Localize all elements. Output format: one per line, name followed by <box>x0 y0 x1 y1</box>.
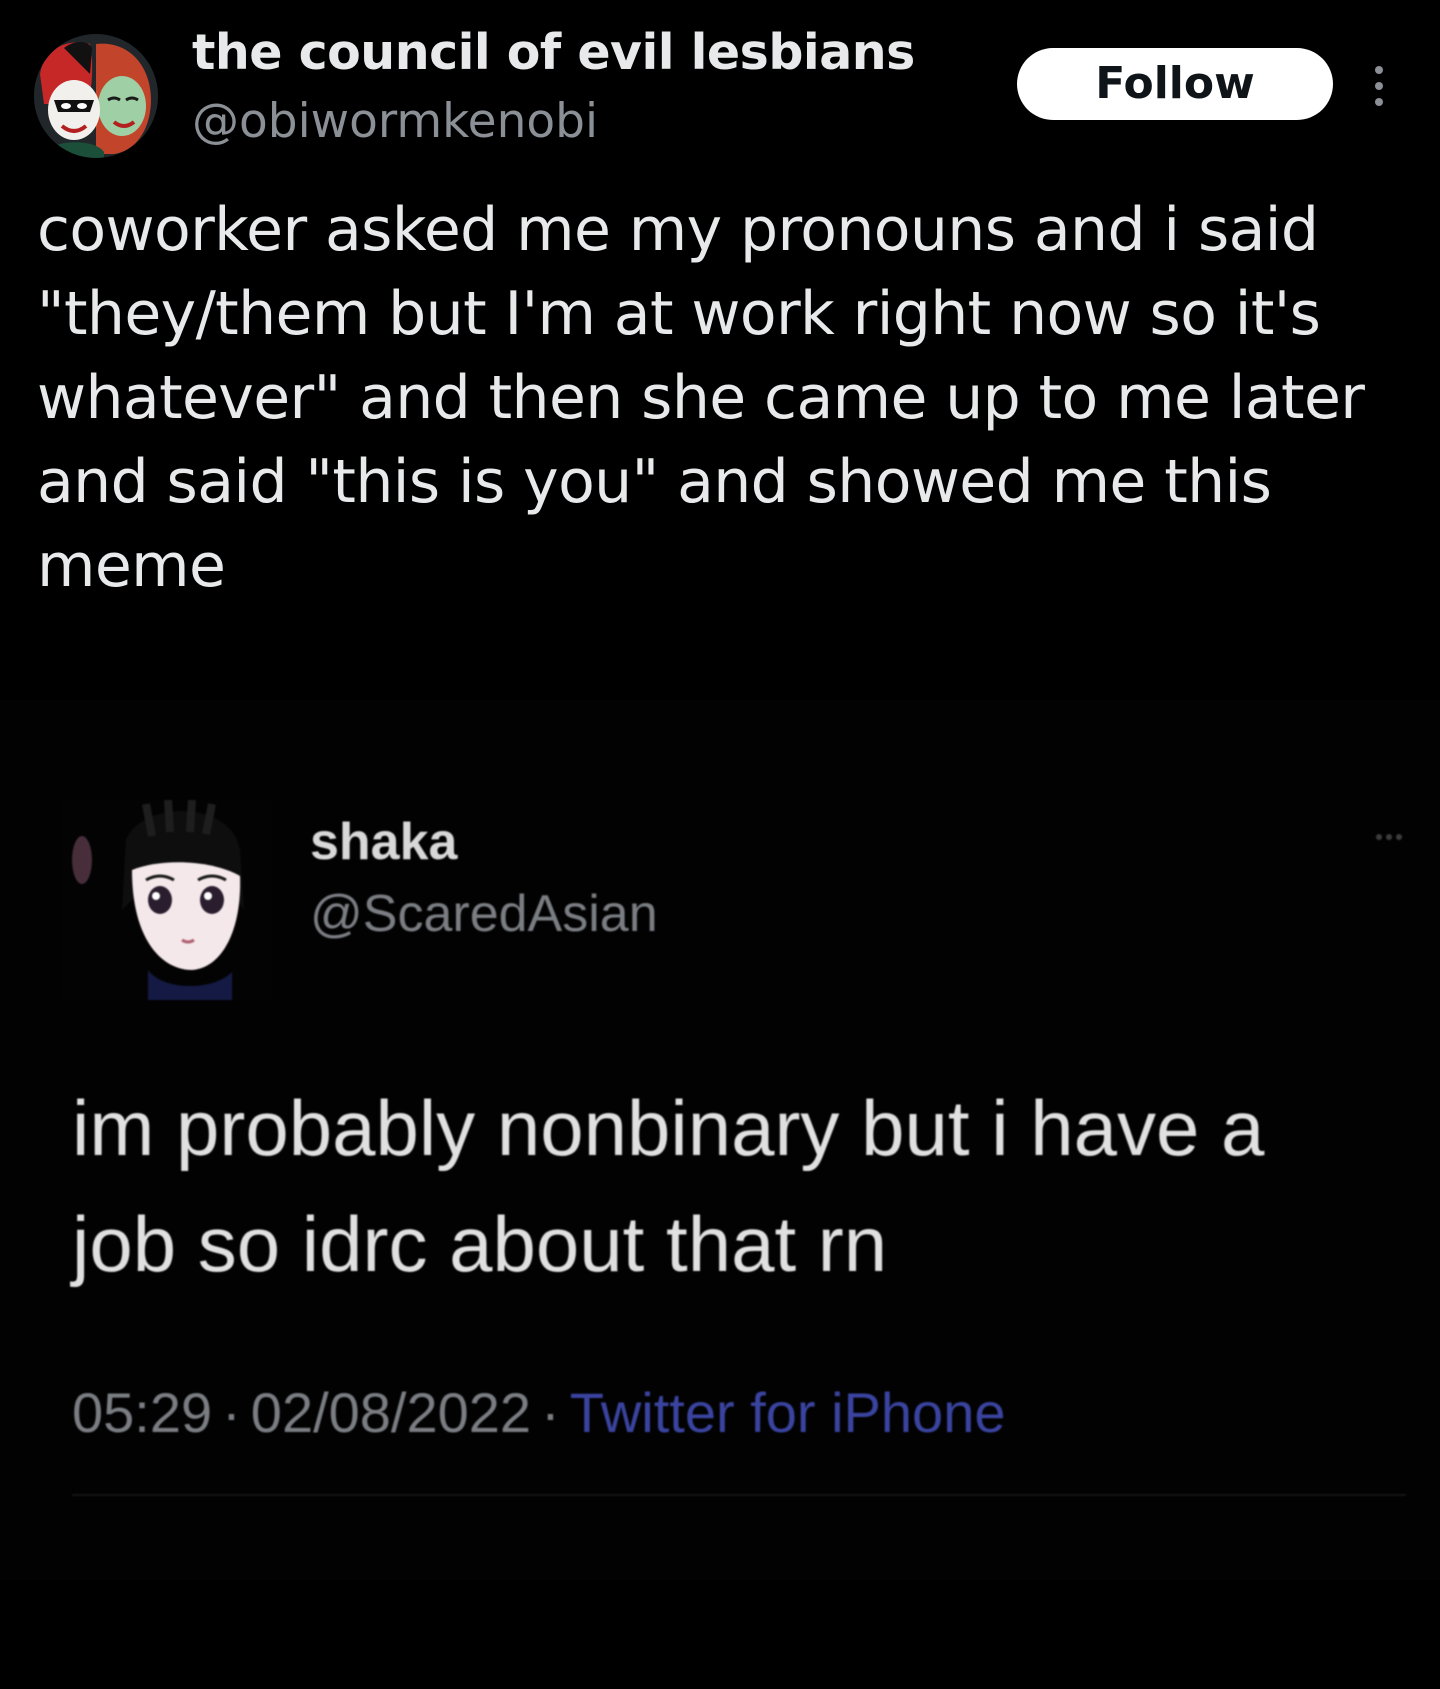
embedded-meme-image[interactable]: shaka @ScaredAsian im probably nonbinary… <box>0 700 1440 1580</box>
more-options-icon[interactable] <box>1364 62 1396 110</box>
meme-author-name: shaka <box>310 813 458 871</box>
author-handle[interactable]: @obiwormkenobi <box>192 94 598 149</box>
tweet-text: coworker asked me my pronouns and i said… <box>37 195 1365 601</box>
meme-tweet-meta: 05:29 · 02/08/2022 · Twitter for iPhone <box>72 1380 1005 1445</box>
meme-date: 02/08/2022 <box>250 1381 532 1444</box>
author-display-name[interactable]: the council of evil lesbians <box>192 24 915 81</box>
meme-source: Twitter for iPhone <box>569 1381 1006 1444</box>
tweet-post: the council of evil lesbians @obiwormken… <box>0 0 1440 1689</box>
meme-divider <box>72 1494 1406 1496</box>
follow-button[interactable]: Follow <box>1017 48 1333 120</box>
meme-meta-separator: · <box>222 1381 241 1444</box>
author-avatar[interactable] <box>34 34 158 158</box>
meme-time: 05:29 <box>72 1381 213 1444</box>
harley-quinn-and-poison-ivy-avatar-icon <box>34 34 158 158</box>
meme-author-avatar <box>62 799 272 1000</box>
meme-more-icon <box>1376 834 1402 842</box>
meme-author-handle: @ScaredAsian <box>310 885 658 943</box>
meme-meta-separator: · <box>541 1381 560 1444</box>
anime-girl-avatar-icon <box>62 799 272 1000</box>
meme-tweet-text: im probably nonbinary but i have a job s… <box>72 1084 1265 1288</box>
